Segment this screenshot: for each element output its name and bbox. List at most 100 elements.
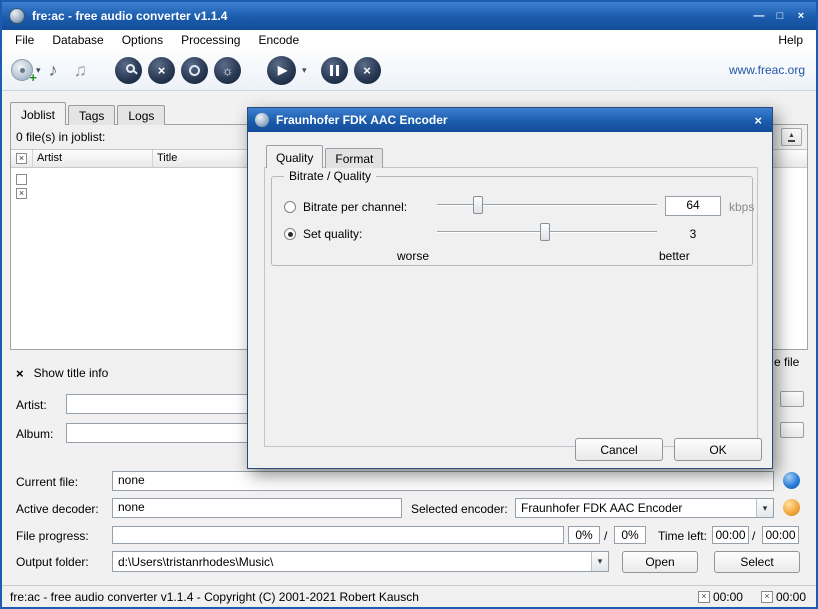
magnifier-icon — [126, 64, 135, 73]
time-toggle-b-icon[interactable]: × — [761, 591, 773, 603]
statusbar-times: × 00:00 × 00:00 — [698, 590, 806, 604]
app-icon — [9, 8, 25, 24]
plus-icon: + — [29, 70, 37, 85]
joblist-count-label: 0 file(s) in joblist: — [16, 130, 105, 144]
gear-icon: ☼ — [222, 64, 234, 77]
progress-slash: / — [604, 529, 607, 543]
file-progress-bar — [112, 526, 564, 544]
tab-joblist[interactable]: Joblist — [10, 102, 66, 125]
caret-glyph: ▾ — [763, 503, 768, 514]
time-toggle-a-icon[interactable]: × — [698, 591, 710, 603]
status-bar: fre:ac - free audio converter v1.1.4 - C… — [2, 585, 816, 607]
time-total-value: 00:00 — [762, 526, 799, 544]
progress-total-percent: 0% — [614, 526, 646, 544]
window-titlebar[interactable]: fre:ac - free audio converter v1.1.4 — □… — [2, 2, 816, 30]
column-artist[interactable]: Artist — [33, 150, 153, 167]
select-button[interactable]: Select — [714, 551, 800, 573]
eject-button[interactable]: ▲ — [781, 128, 802, 146]
bitrate-slider[interactable] — [437, 196, 657, 214]
statusbar-time-b: 00:00 — [776, 590, 806, 604]
quality-slider-thumb[interactable] — [540, 223, 550, 241]
pause-encoding-button[interactable] — [321, 57, 348, 84]
maximize-icon[interactable]: □ — [774, 10, 786, 22]
title-info-label: Show title info — [34, 366, 109, 380]
active-decoder-label: Active decoder: — [16, 502, 99, 516]
active-decoder-value: none — [112, 498, 402, 518]
dialog-titlebar[interactable]: Fraunhofer FDK AAC Encoder × — [248, 108, 772, 132]
current-file-label: Current file: — [16, 475, 78, 489]
collapse-title-info-icon[interactable]: × — [16, 367, 24, 380]
caret-glyph: ▾ — [598, 556, 603, 567]
start-encoding-caret-icon[interactable]: ▾ — [302, 65, 307, 76]
app-window: fre:ac - free audio converter v1.1.4 — □… — [0, 0, 818, 609]
disc-info-button[interactable] — [181, 57, 208, 84]
quality-value: 3 — [665, 227, 721, 241]
ok-button[interactable]: OK — [674, 438, 762, 461]
audio-cd-icon[interactable]: ♫ — [74, 61, 88, 79]
output-folder-select[interactable]: d:\Users\tristanrhodes\Music\ ▾ — [112, 551, 609, 572]
encoder-select[interactable]: Fraunhofer FDK AAC Encoder ▾ — [515, 498, 774, 518]
bitrate-quality-group: Bitrate / Quality Bitrate per channel: 6… — [271, 176, 753, 266]
encoder-select-caret-icon[interactable]: ▾ — [756, 499, 773, 517]
audio-file-icon[interactable]: ♪ — [49, 61, 58, 79]
menu-encode[interactable]: Encode — [249, 31, 308, 49]
toolbar: + ▾ ♪ ♫ × ☼ ▶ ▾ × www.freac.org — [2, 50, 816, 91]
status-orb-icon — [783, 499, 800, 516]
dialog-tab-quality[interactable]: Quality — [266, 145, 323, 168]
column-select[interactable]: × — [11, 150, 33, 167]
bitrate-slider-thumb[interactable] — [473, 196, 483, 214]
cddb-query-button[interactable] — [115, 57, 142, 84]
dialog-tab-format[interactable]: Format — [325, 148, 383, 168]
dialog-icon — [255, 113, 269, 127]
time-left-label: Time left: — [658, 529, 707, 543]
start-encoding-orb[interactable]: ▶ — [267, 56, 296, 85]
manage-tools-button[interactable]: × — [148, 57, 175, 84]
main-tabs: Joblist Tags Logs — [10, 102, 167, 125]
freac-website-link[interactable]: www.freac.org — [729, 63, 805, 77]
menu-bar: File Database Options Processing Encode … — [2, 30, 816, 50]
quality-slider[interactable] — [437, 223, 657, 241]
close-icon[interactable]: × — [795, 10, 807, 22]
window-title: fre:ac - free audio converter v1.1.4 — [32, 9, 753, 23]
select-none-checkbox[interactable] — [16, 174, 27, 185]
menu-help[interactable]: Help — [769, 31, 812, 49]
encoder-config-dialog: Fraunhofer FDK AAC Encoder × Quality For… — [247, 107, 773, 469]
scale-worse-label: worse — [397, 249, 429, 263]
settings-button[interactable]: ☼ — [214, 57, 241, 84]
start-encoding-button[interactable]: ▶ ▾ — [264, 56, 307, 85]
menu-file[interactable]: File — [6, 31, 43, 49]
statusbar-time-group-a: × 00:00 — [698, 590, 743, 604]
add-files-button[interactable]: + ▾ — [11, 59, 41, 81]
toggle-selection-checkbox[interactable]: × — [16, 188, 27, 199]
encoder-select-value: Fraunhofer FDK AAC Encoder — [516, 499, 756, 517]
cancel-button[interactable]: Cancel — [575, 438, 663, 461]
check-glyph: × — [19, 154, 24, 163]
open-button[interactable]: Open — [622, 551, 698, 573]
select-all-checkbox[interactable]: × — [16, 153, 27, 164]
minimize-icon[interactable]: — — [753, 10, 765, 22]
dialog-close-icon[interactable]: × — [751, 113, 765, 128]
artist-label: Artist: — [16, 398, 47, 412]
field-fragment-top — [780, 391, 804, 407]
menu-database[interactable]: Database — [43, 31, 112, 49]
check-glyph: × — [19, 189, 24, 198]
stop-encoding-button[interactable]: × — [354, 57, 381, 84]
tab-tags[interactable]: Tags — [68, 105, 115, 125]
menu-options[interactable]: Options — [113, 31, 172, 49]
add-file-icon: + — [11, 59, 33, 81]
right-text-fragment: e file — [774, 355, 799, 369]
dialog-title: Fraunhofer FDK AAC Encoder — [276, 113, 751, 127]
play-icon: ▶ — [278, 64, 287, 76]
tab-logs[interactable]: Logs — [117, 105, 165, 125]
bitrate-value[interactable]: 64 — [665, 196, 721, 216]
output-folder-caret-icon[interactable]: ▾ — [591, 552, 608, 571]
info-orb-icon — [783, 472, 800, 489]
quality-radio[interactable] — [284, 228, 296, 240]
stop-icon: × — [363, 64, 371, 77]
bitrate-radio[interactable] — [284, 201, 296, 213]
cross-glyph: × — [764, 592, 769, 601]
dialog-tabs: Quality Format — [266, 145, 385, 168]
menu-processing[interactable]: Processing — [172, 31, 249, 49]
time-left-value: 00:00 — [712, 526, 749, 544]
output-folder-label: Output folder: — [16, 555, 89, 569]
